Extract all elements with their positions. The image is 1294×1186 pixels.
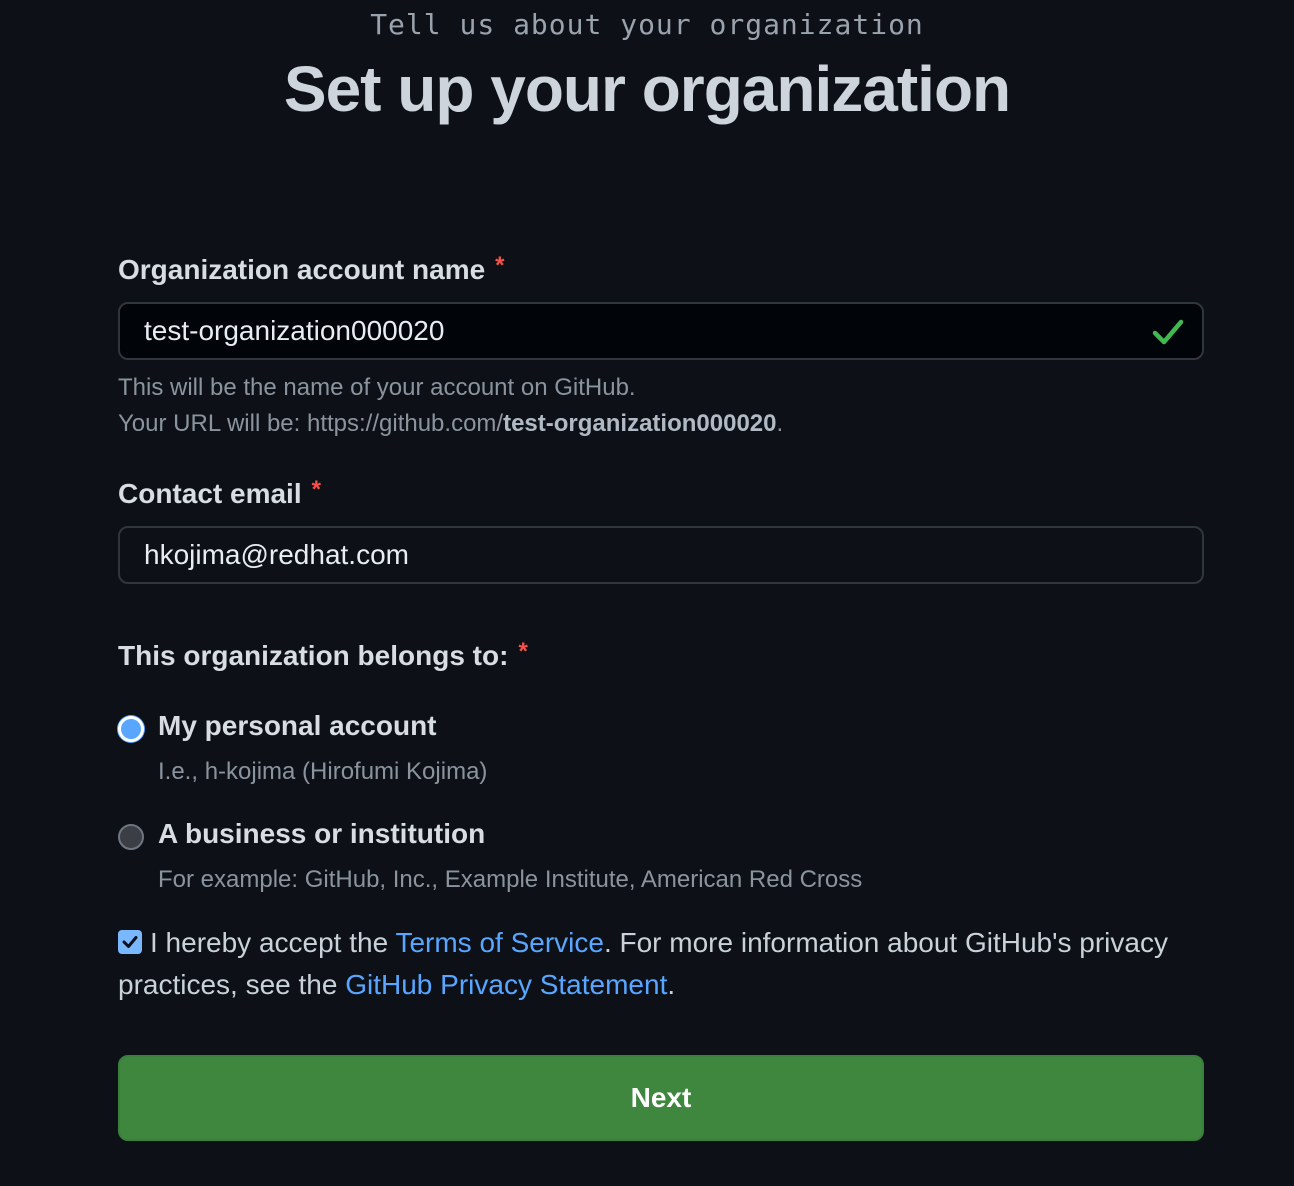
url-suffix: . — [776, 410, 784, 437]
org-name-help: This will be the name of your account on… — [118, 370, 783, 442]
org-name-label-text: Organization account name — [118, 254, 486, 285]
terms-text-before: I hereby accept the — [150, 927, 396, 958]
org-name-help-line1: This will be the name of your account on… — [118, 374, 636, 401]
belongs-to-label: This organization belongs to: * — [118, 638, 528, 672]
terms-text-after: . — [667, 969, 676, 1000]
privacy-statement-link[interactable]: GitHub Privacy Statement — [345, 969, 667, 1000]
contact-email-input[interactable] — [144, 528, 1104, 582]
belongs-to-label-text: This organization belongs to: — [118, 640, 509, 671]
org-name-label: Organization account name * — [118, 252, 505, 286]
org-name-input[interactable] — [144, 304, 1104, 358]
checkbox-checked-icon[interactable] — [118, 930, 142, 954]
required-mark: * — [311, 476, 321, 503]
page-eyebrow: Tell us about your organization — [370, 8, 924, 41]
required-mark: * — [518, 638, 528, 665]
terms-acceptance: I hereby accept the Terms of Service. Fo… — [118, 922, 1204, 1006]
page: Tell us about your organization Set up y… — [0, 0, 1294, 1186]
radio-desc-business: For example: GitHub, Inc., Example Insti… — [158, 866, 863, 893]
contact-email-input-box[interactable] — [118, 526, 1204, 584]
radio-unselected-icon[interactable] — [118, 824, 144, 850]
radio-label-business[interactable]: A business or institution — [158, 818, 485, 850]
url-slug: test-organization000020 — [503, 410, 777, 437]
contact-email-label-text: Contact email — [118, 478, 302, 509]
check-icon — [1152, 319, 1184, 345]
terms-of-service-link[interactable]: Terms of Service — [395, 927, 604, 958]
org-name-input-box[interactable] — [118, 302, 1204, 360]
url-prefix: Your URL will be: https://github.com/ — [118, 410, 504, 437]
required-mark: * — [495, 252, 505, 279]
next-button[interactable]: Next — [118, 1055, 1204, 1141]
org-name-url-line: Your URL will be: https://github.com/tes… — [118, 406, 783, 442]
radio-selected-icon[interactable] — [118, 716, 144, 742]
contact-email-label: Contact email * — [118, 476, 321, 510]
page-title: Set up your organization — [283, 53, 1011, 125]
radio-label-personal[interactable]: My personal account — [158, 710, 437, 742]
radio-desc-personal: I.e., h-kojima (Hirofumi Kojima) — [158, 758, 488, 785]
